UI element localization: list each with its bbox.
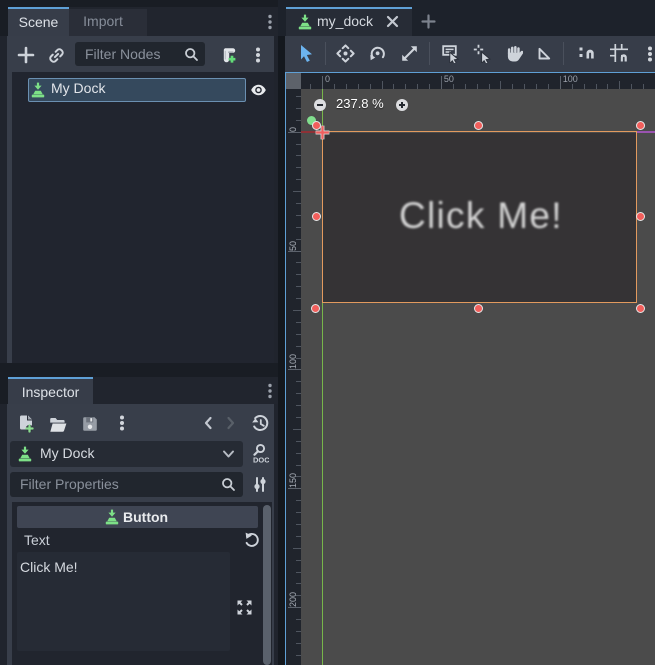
svg-text:DOC: DOC — [253, 456, 269, 465]
